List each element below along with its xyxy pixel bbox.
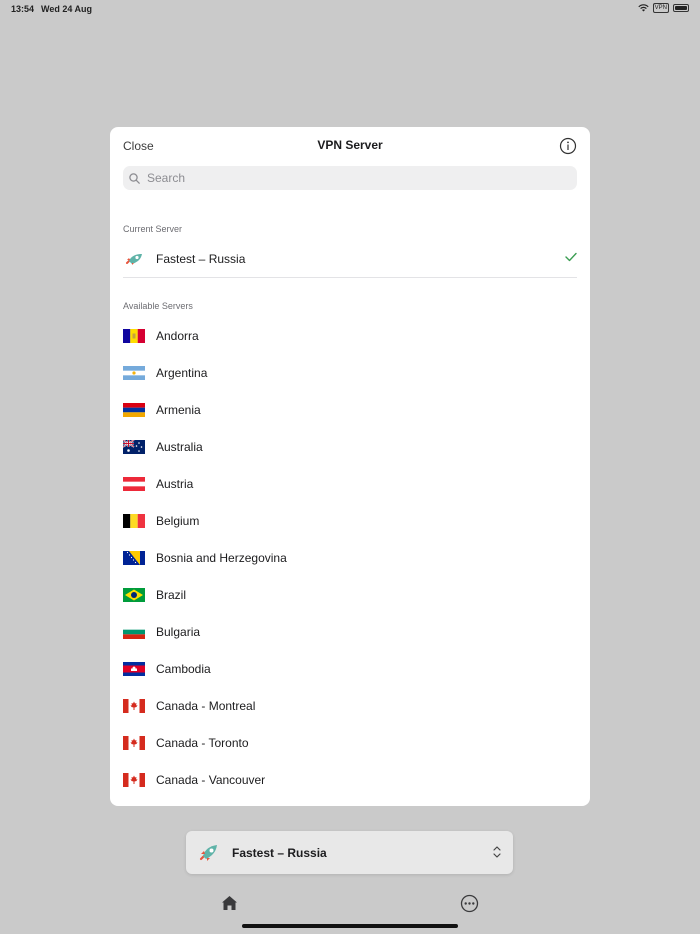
armenia-flag-icon	[123, 403, 145, 417]
server-name: Argentina	[156, 366, 208, 380]
austria-flag-icon	[123, 477, 145, 491]
home-indicator	[242, 924, 458, 928]
cambodia-flag-icon	[123, 662, 145, 676]
server-row-bulgaria[interactable]: Bulgaria	[123, 617, 577, 647]
server-row-austria[interactable]: Austria	[123, 469, 577, 499]
server-name: Canada - Montreal	[156, 699, 256, 713]
server-row-bosnia[interactable]: Bosnia and Herzegovina	[123, 543, 577, 573]
modal-header: Close VPN Server	[110, 127, 590, 165]
server-name: Bulgaria	[156, 625, 201, 639]
server-name: Belgium	[156, 514, 200, 528]
wifi-icon	[638, 4, 649, 12]
status-date: Wed 24 Aug	[41, 4, 93, 14]
rocket-icon	[199, 844, 217, 861]
server-name: Canada - Toronto	[156, 736, 249, 750]
current-server-name: Fastest – Russia	[156, 252, 246, 266]
server-selector-button[interactable]: Fastest – Russia	[186, 831, 513, 874]
server-row-canada-toronto[interactable]: Canada - Toronto	[123, 728, 577, 758]
server-row-canada-vancouver[interactable]: Canada - Vancouver	[123, 765, 577, 795]
server-row-australia[interactable]: Australia	[123, 432, 577, 462]
home-icon[interactable]	[221, 895, 238, 911]
available-servers-header: Available Servers	[123, 301, 193, 311]
server-name: Andorra	[156, 329, 199, 343]
search-input[interactable]	[145, 170, 569, 186]
server-name: Bosnia and Herzegovina	[156, 551, 287, 565]
search-field[interactable]	[123, 166, 577, 190]
canada-flag-icon	[123, 736, 145, 750]
current-server-header: Current Server	[123, 224, 183, 234]
server-name: Australia	[156, 440, 203, 454]
more-icon[interactable]	[460, 894, 479, 913]
divider	[123, 277, 577, 278]
battery-icon	[673, 4, 689, 12]
server-row-cambodia[interactable]: Cambodia	[123, 654, 577, 684]
server-row-canada-montreal[interactable]: Canada - Montreal	[123, 691, 577, 721]
search-icon	[129, 172, 140, 184]
chevron-up-down-icon	[493, 846, 501, 858]
modal-title: VPN Server	[317, 138, 383, 152]
server-row-andorra[interactable]: Andorra	[123, 321, 577, 351]
server-row-argentina[interactable]: Argentina	[123, 358, 577, 388]
status-icons: VPN	[638, 3, 689, 13]
status-bar: 13:54 Wed 24 Aug VPN	[0, 0, 700, 18]
server-name: Armenia	[156, 403, 201, 417]
bosnia-flag-icon	[123, 551, 145, 565]
server-name: Canada - Vancouver	[156, 773, 266, 787]
server-row-belgium[interactable]: Belgium	[123, 506, 577, 536]
info-icon[interactable]	[559, 137, 577, 155]
server-name: Austria	[156, 477, 194, 491]
canada-flag-icon	[123, 773, 145, 787]
server-name: Cambodia	[156, 662, 211, 676]
brazil-flag-icon	[123, 588, 145, 602]
status-time: 13:54	[11, 4, 35, 14]
belgium-flag-icon	[123, 514, 145, 528]
current-server-row[interactable]: Fastest – Russia	[123, 244, 577, 274]
vpn-server-modal: Close VPN Server Current Server Fastest …	[110, 127, 590, 806]
canada-flag-icon	[123, 699, 145, 713]
selected-server-name: Fastest – Russia	[232, 845, 327, 860]
server-row-brazil[interactable]: Brazil	[123, 580, 577, 610]
australia-flag-icon	[123, 440, 145, 454]
server-name: Brazil	[156, 588, 187, 602]
bulgaria-flag-icon	[123, 625, 145, 639]
argentina-flag-icon	[123, 366, 145, 380]
checkmark-icon	[565, 252, 577, 262]
andorra-flag-icon	[123, 329, 145, 343]
server-row-armenia[interactable]: Armenia	[123, 395, 577, 425]
vpn-badge: VPN	[652, 3, 669, 13]
rocket-icon	[123, 252, 145, 266]
